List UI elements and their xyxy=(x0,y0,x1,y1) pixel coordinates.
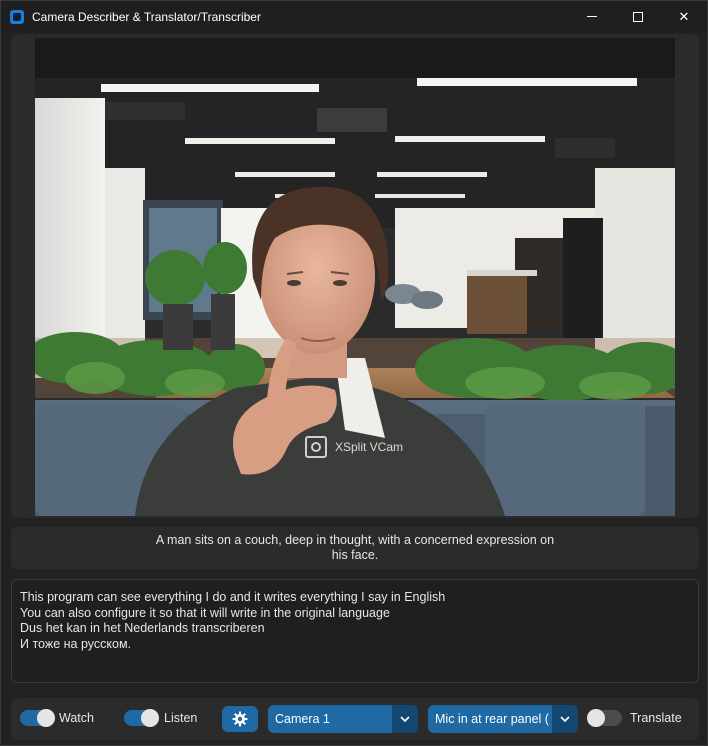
chevron-down-icon[interactable] xyxy=(552,705,578,733)
camera-frame: XSplit VCam xyxy=(11,34,699,518)
toggle-knob xyxy=(37,709,55,727)
mic-select[interactable]: Mic in at rear panel ( xyxy=(428,705,578,733)
transcript-box[interactable]: This program can see everything I do and… xyxy=(11,579,699,683)
watermark-text: XSplit VCam xyxy=(335,440,404,454)
minimize-icon xyxy=(587,16,597,17)
maximize-button[interactable] xyxy=(615,1,661,32)
transcript-line: Dus het kan in het Nederlands transcribe… xyxy=(20,621,265,635)
camera-select-value: Camera 1 xyxy=(275,712,330,726)
transcript-line: You can also configure it so that it wil… xyxy=(20,605,390,620)
translate-toggle[interactable] xyxy=(587,709,622,727)
transcript-line: И тоже на русском. xyxy=(20,636,132,651)
title-bar[interactable]: Camera Describer & Translator/Transcribe… xyxy=(1,1,707,32)
xsplit-logo-icon xyxy=(305,436,327,458)
camera-select[interactable]: Camera 1 xyxy=(268,705,418,733)
bottom-toolbar: Watch Listen Camera 1 Mic in at rear pan… xyxy=(11,698,699,740)
mic-select-value: Mic in at rear panel ( xyxy=(435,712,549,726)
toggle-knob xyxy=(587,709,605,727)
close-icon: ✕ xyxy=(678,8,690,24)
watermark: XSplit VCam xyxy=(305,436,403,458)
settings-button[interactable] xyxy=(222,706,258,732)
transcript-line: This program can see everything I do and… xyxy=(20,590,446,604)
listen-label: Listen xyxy=(164,711,198,725)
maximize-icon xyxy=(633,11,643,22)
app-icon xyxy=(10,9,24,24)
translate-label: Translate xyxy=(630,711,682,725)
scene-description: A man sits on a couch, deep in thought, … xyxy=(11,527,699,569)
chevron-down-icon[interactable] xyxy=(392,705,418,733)
gear-icon xyxy=(232,711,248,727)
toggle-knob xyxy=(141,709,159,727)
window-title: Camera Describer & Translator/Transcribe… xyxy=(32,9,261,24)
close-button[interactable]: ✕ xyxy=(661,1,707,32)
app-window: Camera Describer & Translator/Transcribe… xyxy=(0,0,708,746)
window-controls: ✕ xyxy=(569,1,707,32)
watch-label: Watch xyxy=(59,711,94,725)
camera-feed: XSplit VCam xyxy=(35,38,675,516)
watch-toggle[interactable] xyxy=(20,709,55,727)
minimize-button[interactable] xyxy=(569,1,615,32)
listen-toggle[interactable] xyxy=(124,709,159,727)
